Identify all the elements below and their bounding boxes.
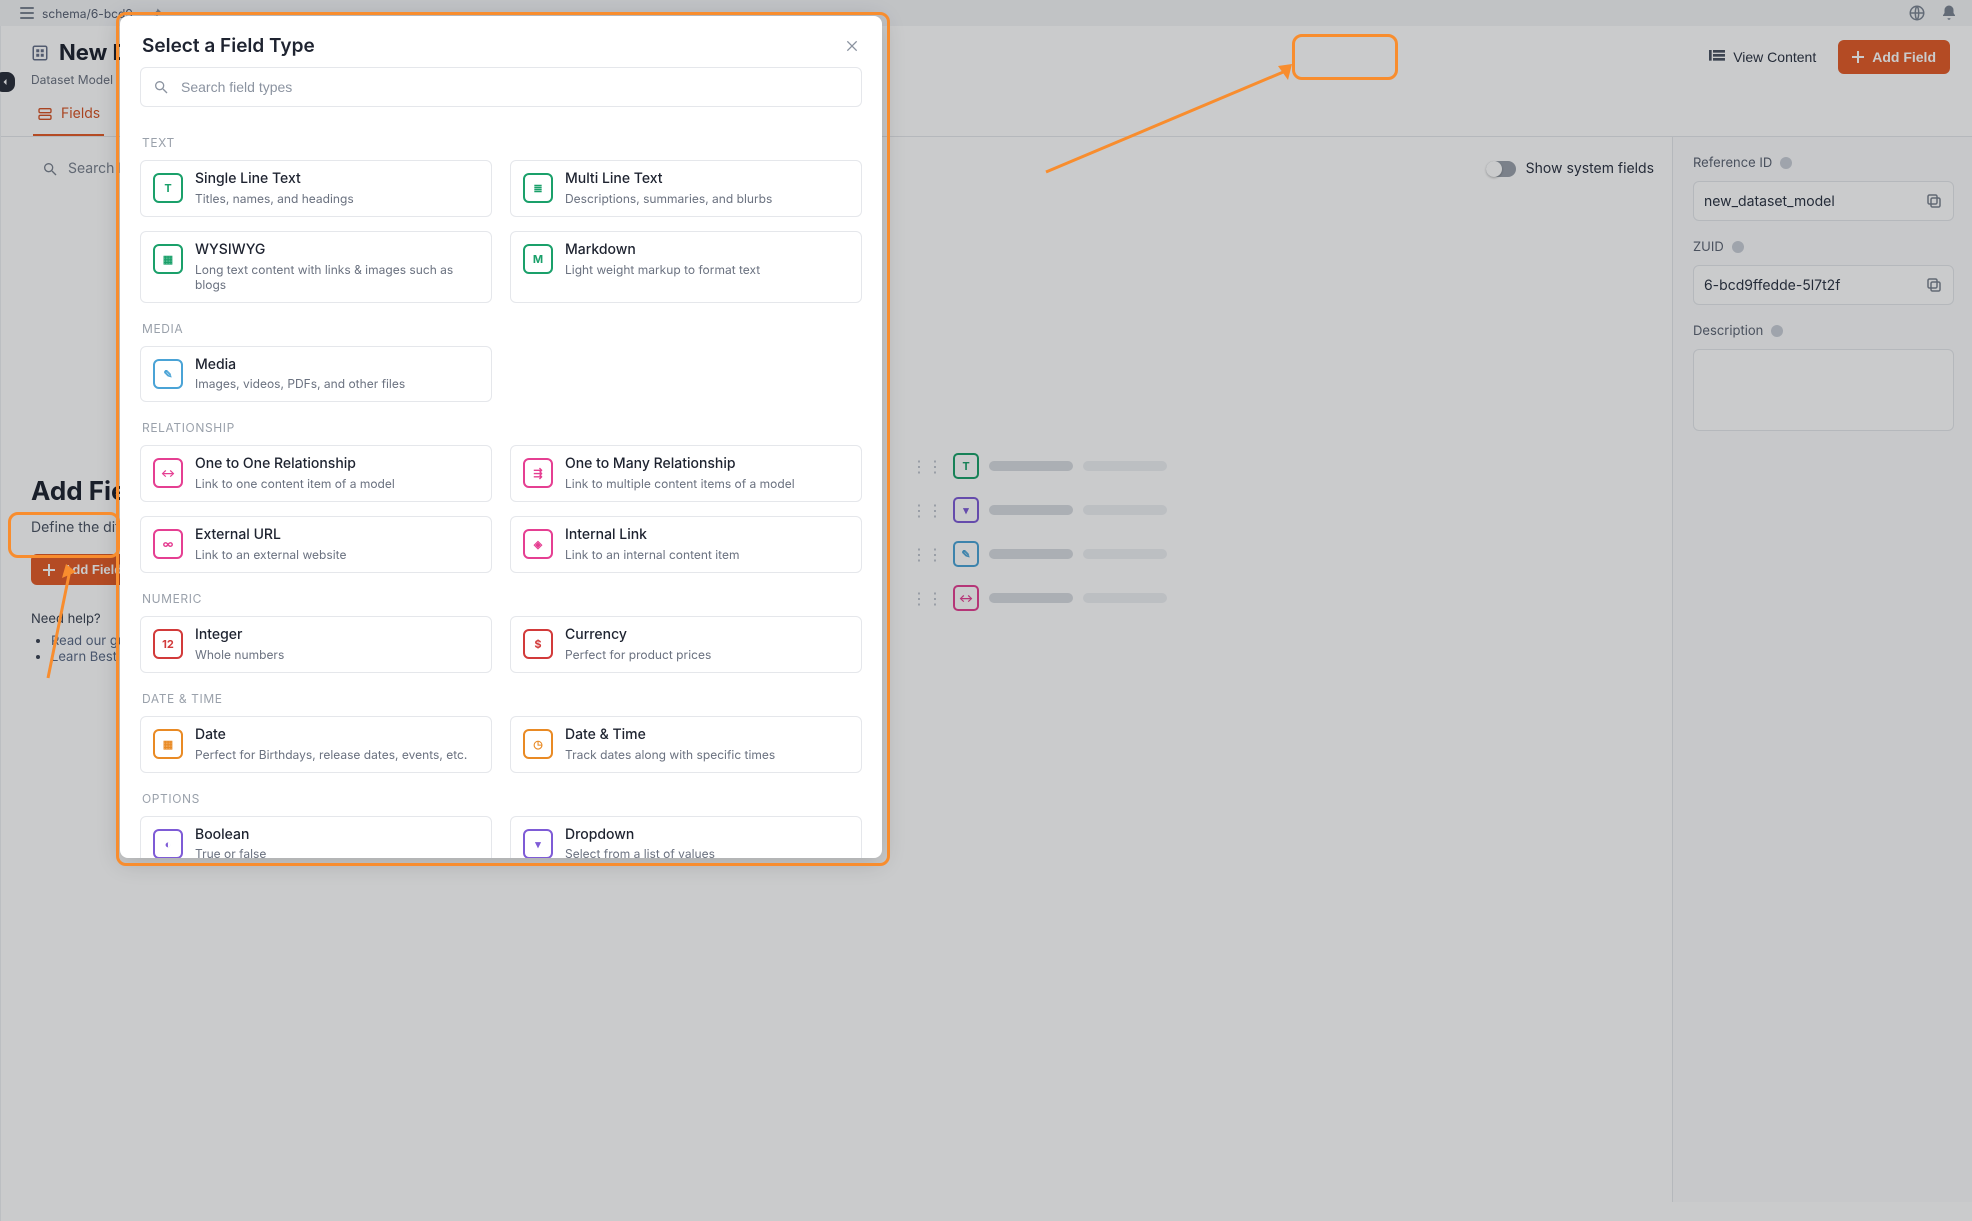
close-icon[interactable] [844, 38, 860, 54]
wysiwyg-icon: ▦ [153, 244, 183, 274]
section-options: OPTIONS [142, 791, 860, 806]
fieldtype-media[interactable]: ✎ MediaImages, videos, PDFs, and other f… [140, 346, 492, 403]
one-to-many-icon: ⇶ [523, 458, 553, 488]
fieldtype-multi-line-text[interactable]: ≣ Multi Line TextDescriptions, summaries… [510, 160, 862, 217]
fieldtype-external-url[interactable]: ∞ External URLLink to an external websit… [140, 516, 492, 573]
multiline-icon: ≣ [523, 173, 553, 203]
fieldtype-date[interactable]: ▦ DatePerfect for Birthdays, release dat… [140, 716, 492, 773]
media-icon: ✎ [153, 359, 183, 389]
fieldtype-wysiwyg[interactable]: ▦ WYSIWYGLong text content with links & … [140, 231, 492, 303]
markdown-icon: M [523, 244, 553, 274]
section-datetime: DATE & TIME [142, 691, 860, 706]
field-type-search[interactable] [140, 67, 862, 107]
field-type-search-input[interactable] [179, 78, 849, 96]
boolean-icon: ◐ [153, 829, 183, 858]
link-icon: ∞ [153, 529, 183, 559]
fieldtype-integer[interactable]: 12 IntegerWhole numbers [140, 616, 492, 673]
modal-title: Select a Field Type [142, 34, 315, 57]
fieldtype-one-to-many[interactable]: ⇶ One to Many RelationshipLink to multip… [510, 445, 862, 502]
section-relationship: RELATIONSHIP [142, 420, 860, 435]
currency-icon: $ [523, 629, 553, 659]
fieldtype-single-line-text[interactable]: T Single Line TextTitles, names, and hea… [140, 160, 492, 217]
fieldtype-currency[interactable]: $ CurrencyPerfect for product prices [510, 616, 862, 673]
number-icon: 12 [153, 629, 183, 659]
fieldtype-one-to-one[interactable]: ↔ One to One RelationshipLink to one con… [140, 445, 492, 502]
section-numeric: NUMERIC [142, 591, 860, 606]
fieldtype-boolean[interactable]: ◐ BooleanTrue or false [140, 816, 492, 858]
calendar-icon: ▦ [153, 729, 183, 759]
search-icon [153, 79, 169, 95]
field-type-modal: Select a Field Type TEXT T Single Line T… [120, 16, 882, 858]
clock-icon: ◷ [523, 729, 553, 759]
internal-link-icon: ◈ [523, 529, 553, 559]
fieldtype-internal-link[interactable]: ◈ Internal LinkLink to an internal conte… [510, 516, 862, 573]
section-text: TEXT [142, 135, 860, 150]
section-media: MEDIA [142, 321, 860, 336]
one-to-one-icon: ↔ [153, 458, 183, 488]
fieldtype-markdown[interactable]: M MarkdownLight weight markup to format … [510, 231, 862, 303]
fieldtype-dropdown[interactable]: ▾ DropdownSelect from a list of values [510, 816, 862, 858]
chevron-down-icon: ▾ [523, 829, 553, 858]
text-icon: T [153, 173, 183, 203]
fieldtype-datetime[interactable]: ◷ Date & TimeTrack dates along with spec… [510, 716, 862, 773]
